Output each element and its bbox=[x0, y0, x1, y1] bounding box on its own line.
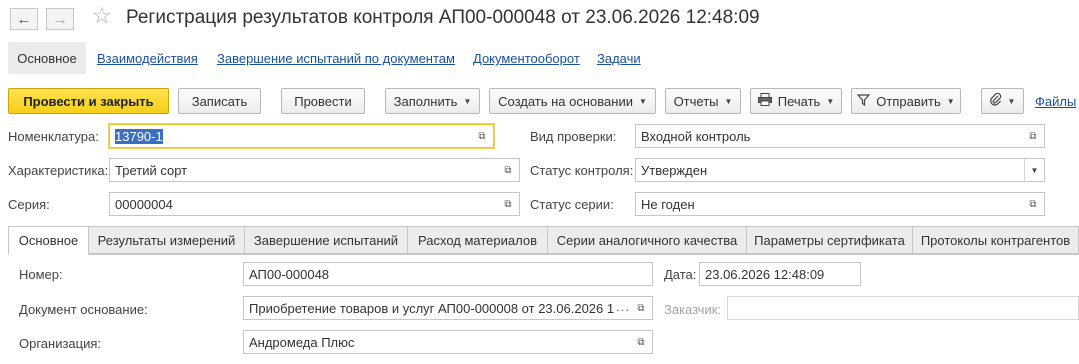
fill-label: Заполнить bbox=[393, 93, 458, 109]
number-label: Номер: bbox=[19, 267, 63, 282]
control-status-select[interactable]: Утвержден ▼ bbox=[635, 158, 1045, 182]
files-link[interactable]: Файлы bbox=[1035, 94, 1076, 109]
arrow-right-icon: → bbox=[52, 10, 68, 28]
series-label: Серия: bbox=[8, 197, 50, 212]
series-status-label: Статус серии: bbox=[530, 197, 614, 212]
tab-test-completion[interactable]: Завершение испытаний bbox=[244, 226, 408, 254]
open-icon[interactable]: ⧉ bbox=[501, 164, 515, 176]
print-label: Печать bbox=[777, 93, 821, 109]
organization-field[interactable]: Андромеда Плюс ⧉ bbox=[243, 330, 653, 354]
number-field[interactable]: АП00-000048 bbox=[243, 262, 653, 286]
open-icon[interactable]: ⧉ bbox=[634, 336, 648, 348]
chevron-down-icon: ▼ bbox=[826, 96, 835, 106]
section-link-tasks[interactable]: Задачи bbox=[597, 51, 641, 66]
section-link-test-completion[interactable]: Завершение испытаний по документам bbox=[217, 51, 455, 66]
base-document-field[interactable]: Приобретение товаров и услуг АП00-000008… bbox=[243, 296, 653, 320]
tab-counterparty-protocols[interactable]: Протоколы контрагентов bbox=[912, 226, 1079, 254]
customer-label: Заказчик: bbox=[664, 302, 722, 317]
chevron-down-icon: ▼ bbox=[724, 96, 733, 106]
chevron-down-icon[interactable]: ▼ bbox=[1024, 159, 1044, 181]
open-icon[interactable]: ⧉ bbox=[1026, 130, 1040, 142]
post-and-close-label: Провести и закрыть bbox=[23, 93, 154, 109]
send-button[interactable]: Отправить ▼ bbox=[851, 88, 961, 114]
page-title: Регистрация результатов контроля АП00-00… bbox=[126, 7, 760, 28]
arrow-left-icon: ← bbox=[16, 10, 32, 28]
attachments-button[interactable]: ▼ bbox=[981, 88, 1024, 114]
customer-field[interactable] bbox=[727, 296, 1079, 320]
reports-button[interactable]: Отчеты ▼ bbox=[665, 88, 741, 114]
tab-certificate-parameters[interactable]: Параметры сертификата bbox=[746, 226, 913, 254]
chevron-down-icon: ▼ bbox=[463, 96, 472, 106]
send-label: Отправить bbox=[876, 93, 941, 109]
chevron-down-icon: ▼ bbox=[638, 96, 647, 106]
post-button[interactable]: Провести bbox=[281, 88, 365, 114]
favorite-star-icon[interactable]: ☆ bbox=[92, 5, 112, 27]
series-status-field[interactable]: Не годен ⧉ bbox=[635, 192, 1045, 216]
paperclip-icon bbox=[989, 92, 1002, 109]
write-button[interactable]: Записать bbox=[178, 88, 261, 114]
base-document-label: Документ основание: bbox=[19, 302, 148, 317]
control-status-value: Утвержден bbox=[641, 163, 708, 178]
tab-similar-quality-series[interactable]: Серии аналогичного качества bbox=[547, 226, 747, 254]
characteristic-label: Характеристика: bbox=[8, 163, 109, 178]
create-based-on-label: Создать на основании bbox=[498, 93, 633, 109]
date-value: 23.06.2026 12:48:09 bbox=[705, 267, 825, 282]
post-label: Провести bbox=[294, 93, 352, 109]
number-value: АП00-000048 bbox=[249, 267, 330, 282]
open-icon[interactable]: ⧉ bbox=[475, 130, 489, 142]
series-status-value: Не годен bbox=[641, 197, 695, 212]
organization-value: Андромеда Плюс bbox=[249, 335, 355, 350]
date-label: Дата: bbox=[664, 267, 697, 282]
print-button[interactable]: Печать ▼ bbox=[750, 88, 842, 114]
send-icon bbox=[856, 93, 871, 109]
create-based-on-button[interactable]: Создать на основании ▼ bbox=[489, 88, 656, 114]
section-link-interactions[interactable]: Взаимодействия bbox=[97, 51, 198, 66]
open-icon[interactable]: ⧉ bbox=[1026, 198, 1040, 210]
section-link-document-flow[interactable]: Документооборот bbox=[473, 51, 580, 66]
check-type-field[interactable]: Входной контроль ⧉ bbox=[635, 124, 1045, 148]
check-type-value: Входной контроль bbox=[641, 129, 751, 144]
write-label: Записать bbox=[191, 93, 248, 109]
nomenclature-field[interactable]: 13790-1 ⧉ bbox=[109, 124, 494, 148]
fill-button[interactable]: Заполнить ▼ bbox=[385, 88, 480, 114]
check-type-label: Вид проверки: bbox=[530, 129, 617, 144]
nomenclature-value: 13790-1 bbox=[115, 129, 163, 144]
reports-label: Отчеты bbox=[673, 93, 719, 109]
ellipsis-button[interactable]: ... bbox=[616, 299, 630, 314]
series-field[interactable]: 00000004 ⧉ bbox=[109, 192, 520, 216]
series-value: 00000004 bbox=[115, 197, 173, 212]
control-status-label: Статус контроля: bbox=[530, 163, 634, 178]
open-icon[interactable]: ⧉ bbox=[501, 198, 515, 210]
nomenclature-label: Номенклатура: bbox=[8, 129, 99, 144]
open-icon[interactable]: ⧉ bbox=[634, 302, 648, 314]
date-field[interactable]: 23.06.2026 12:48:09 bbox=[699, 262, 861, 286]
characteristic-value: Третий сорт bbox=[115, 163, 188, 178]
section-main[interactable]: Основное bbox=[8, 42, 86, 74]
tab-measurement-results[interactable]: Результаты измерений bbox=[88, 226, 245, 254]
tab-material-consumption[interactable]: Расход материалов bbox=[407, 226, 548, 254]
tab-main[interactable]: Основное bbox=[8, 226, 89, 255]
printer-icon bbox=[757, 93, 772, 109]
back-button[interactable]: ← bbox=[10, 8, 38, 30]
post-and-close-button[interactable]: Провести и закрыть bbox=[8, 88, 169, 114]
chevron-down-icon: ▼ bbox=[946, 96, 955, 106]
organization-label: Организация: bbox=[19, 336, 102, 351]
characteristic-field[interactable]: Третий сорт ⧉ bbox=[109, 158, 520, 182]
chevron-down-icon: ▼ bbox=[1007, 96, 1016, 106]
forward-button[interactable]: → bbox=[46, 8, 74, 30]
base-document-value: Приобретение товаров и услуг АП00-000008… bbox=[249, 301, 615, 316]
